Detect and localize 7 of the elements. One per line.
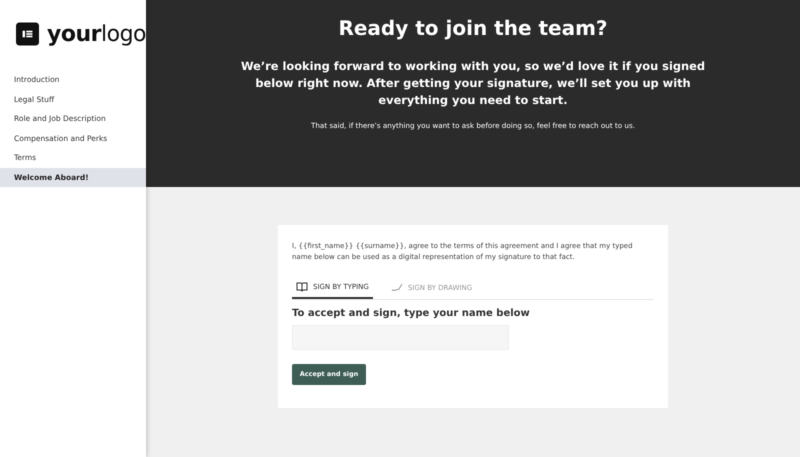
book-icon bbox=[296, 282, 308, 292]
page-title: Ready to join the team? bbox=[337, 16, 609, 40]
intro-text: We’re looking forward to working with you, so we’d love it if you signed below right now. After getting your signature, we’ll set you up with everything you need to start. bbox=[240, 58, 706, 109]
signature-icon bbox=[390, 283, 403, 293]
logo-icon bbox=[16, 20, 40, 48]
sign-prompt: To accept and sign, type your name below bbox=[292, 308, 531, 319]
logo-text: yourlogo bbox=[47, 22, 146, 46]
